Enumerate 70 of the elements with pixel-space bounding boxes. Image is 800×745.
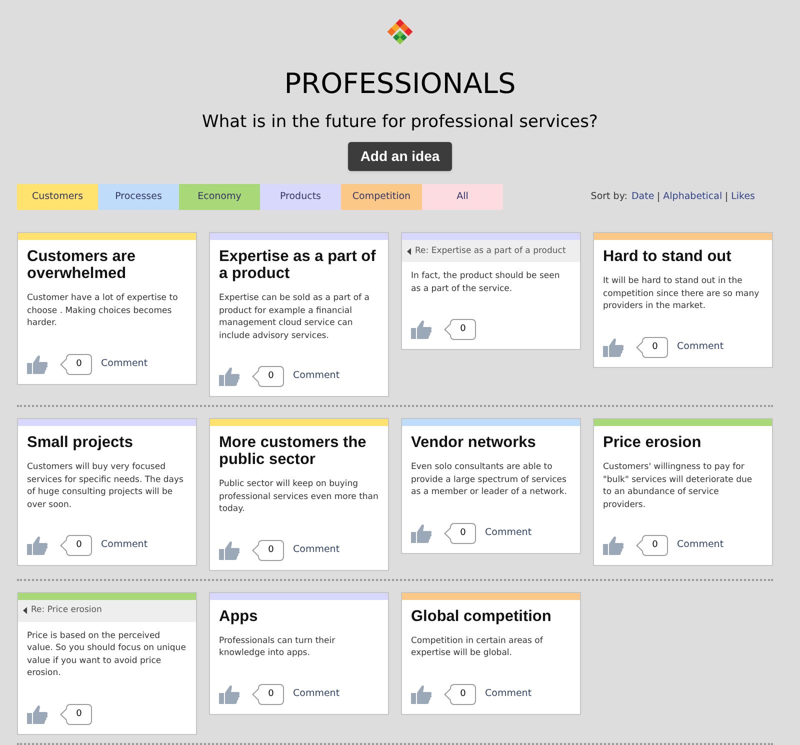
comment-link[interactable]: Comment [677,538,724,553]
thumbs-up-icon[interactable] [411,524,432,542]
like-count: 0 [60,704,92,724]
idea-title: Hard to stand out [602,247,732,265]
idea-title: Apps [218,606,259,624]
thumbs-up-icon[interactable] [219,367,240,386]
thumbs-up-icon[interactable] [603,536,624,555]
thumbs-up-icon[interactable] [27,354,48,374]
idea-title: Price erosion [602,433,702,451]
question-text: What is in the future for professional services? [202,111,598,133]
idea-text: Professionals can turn their knowledge into apps. [218,634,336,660]
left-caret-icon [407,248,411,254]
idea-text: Price is based on the perceived value. So you should focus on unique value if you want to avoid price erosion. [26,630,187,680]
comment-link[interactable]: Comment [101,356,148,372]
idea-text: Public sector will keep on buying professional services even more than today. [218,478,380,516]
idea-text: Customer have a lot of expertise to choose . Making choices becomes harder. [26,292,179,330]
thumbs-up-icon[interactable] [219,684,240,704]
thumbs-up-icon[interactable] [27,536,48,555]
idea-title: Vendor networks [410,433,537,451]
page-title: PROFESSIONALS [284,67,516,101]
idea-title: Global competition [410,606,552,624]
reply-header[interactable]: Re: Expertise as a part of a product [402,240,580,262]
category-filter[interactable]: Products [260,184,341,210]
comment-link[interactable]: Comment [293,369,340,384]
idea-text: Competition in certain areas of expertise will be global. [410,634,544,660]
reply-link[interactable]: Re: Price erosion [31,604,102,617]
idea-text: In fact, the product should be seen as a part of the service. [410,270,561,296]
thumbs-up-icon[interactable] [411,320,432,339]
sort-link[interactable]: Likes [731,190,755,204]
idea-title: Small projects [26,433,134,451]
idea-text: Customers' willingness to pay for "bulk" services will deteriorate due to an abundance of service providers. [602,461,754,512]
comment-link[interactable]: Comment [101,538,148,553]
like-count: 0 [444,684,476,704]
like-count: 0 [636,336,668,358]
category-filter[interactable]: Competition [341,184,422,210]
category-filter[interactable]: Processes [98,184,179,210]
like-count: 0 [636,535,668,556]
idea-title: Expertise as a part of a product [218,247,377,282]
sort-label: Sort by: [590,190,628,204]
idea-text: Even solo consultants are able to provide a large spectrum of services as a member or leader of a network. [410,461,568,499]
category-filter[interactable]: Economy [179,184,260,210]
like-count: 0 [444,319,476,340]
idea-text: Customers will buy very focused services for specific needs. The days of huge consulting projects will be over soon. [26,461,184,512]
comment-link[interactable]: Comment [485,686,532,702]
thumbs-up-icon[interactable] [411,684,432,704]
thumbs-up-icon[interactable] [219,540,240,560]
like-count: 0 [444,522,476,544]
sort-link[interactable]: Date [631,190,654,204]
reply-header[interactable]: Re: Price erosion [18,600,196,622]
thumbs-up-icon[interactable] [27,704,48,724]
like-count: 0 [252,540,284,560]
add-idea-button[interactable]: Add an idea [348,142,452,171]
idea-title: Customers are overwhelmed [26,247,137,282]
comment-link[interactable]: Comment [293,542,340,558]
idea-text: It will be hard to stand out in the competition since there are so many providers in the market. [602,275,760,313]
like-count: 0 [252,366,284,387]
like-count: 0 [252,684,284,704]
reply-link[interactable]: Re: Expertise as a part of a product [415,244,566,258]
category-filter[interactable]: All [422,184,503,210]
idea-title: More customers the public sector [218,433,368,468]
idea-text: Expertise can be sold as a part of a product for example a financial management cloud service can include advisory services. [218,292,370,342]
thumbs-up-icon[interactable] [603,338,624,356]
like-count: 0 [60,354,92,374]
comment-link[interactable]: Comment [293,686,340,702]
like-count: 0 [60,535,92,556]
comment-link[interactable]: Comment [677,340,724,354]
sort-link[interactable]: Alphabetical [663,190,722,204]
category-filter[interactable]: Customers [17,184,98,210]
comment-link[interactable]: Comment [485,526,532,540]
left-caret-icon [23,607,27,614]
